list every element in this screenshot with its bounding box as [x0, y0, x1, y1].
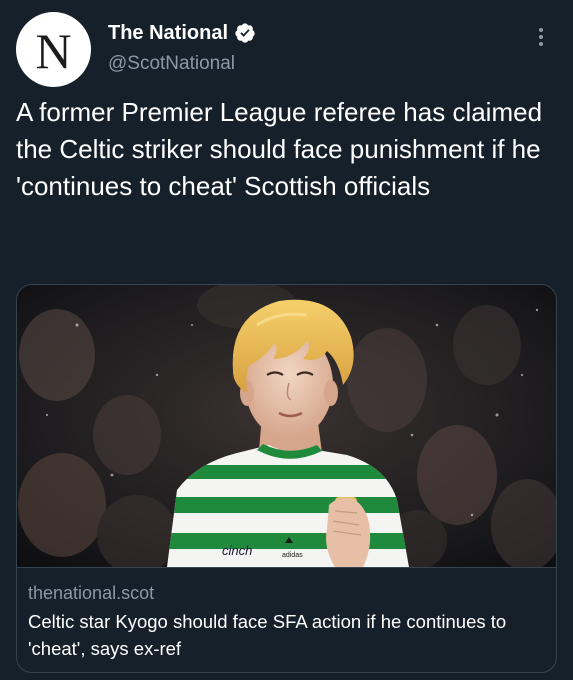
- more-dot-icon: [539, 28, 543, 32]
- tweet-text: A former Premier League referee has clai…: [16, 97, 543, 201]
- avatar-letter: N: [35, 22, 72, 79]
- avatar[interactable]: N: [16, 12, 91, 87]
- handle[interactable]: @ScotNational: [108, 53, 235, 75]
- more-options-button[interactable]: [533, 24, 549, 50]
- card-domain: thenational.scot: [28, 583, 155, 603]
- more-dot-icon: [539, 35, 543, 39]
- display-name[interactable]: The National: [108, 22, 228, 45]
- name-row: The National: [108, 20, 256, 46]
- tweet-header: N The National @ScotNational: [16, 12, 557, 87]
- brand-text: adidas: [282, 552, 303, 559]
- more-dot-icon: [539, 42, 543, 46]
- card-title[interactable]: Celtic star Kyogo should face SFA action…: [28, 608, 528, 662]
- card-image[interactable]: cinch adidas: [17, 285, 556, 567]
- verified-icon: [235, 23, 255, 43]
- sponsor-text: cinch: [222, 543, 252, 558]
- tweet[interactable]: N The National @ScotNational A former Pr…: [0, 0, 573, 680]
- card-footer[interactable]: thenational.scot Celtic star Kyogo shoul…: [17, 567, 556, 672]
- link-card[interactable]: cinch adidas thenational.scot Celtic sta…: [16, 284, 557, 673]
